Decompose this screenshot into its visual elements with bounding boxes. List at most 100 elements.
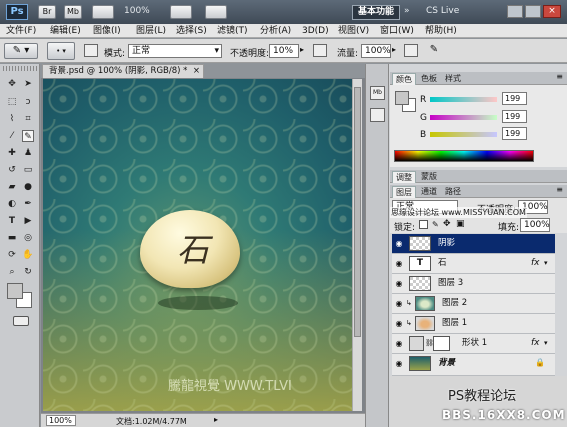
screen-mode-button[interactable] bbox=[205, 5, 227, 19]
type-tool-icon[interactable]: T bbox=[6, 215, 18, 227]
workspace-button[interactable]: 基本功能 bbox=[352, 5, 400, 20]
layer-fx-icon[interactable]: fx bbox=[531, 258, 540, 268]
foreground-color-swatch[interactable] bbox=[7, 283, 23, 299]
vertical-scrollbar[interactable] bbox=[352, 79, 362, 411]
layer-row[interactable]: ◉ ⛓ 形状 1 fx ▾ bbox=[392, 334, 555, 354]
mini-bridge-panel-icon[interactable]: Mb bbox=[370, 86, 385, 100]
visibility-eye-icon[interactable]: ◉ bbox=[394, 319, 404, 328]
visibility-eye-icon[interactable]: ◉ bbox=[394, 299, 404, 308]
pressure-size-icon[interactable]: ✎ bbox=[427, 44, 441, 57]
layer-row[interactable]: ◉ 阴影 bbox=[392, 234, 555, 254]
pressure-opacity-icon[interactable] bbox=[313, 44, 327, 57]
menu-file[interactable]: 文件(F) bbox=[6, 24, 36, 38]
layer-row[interactable]: ◉ 图层 3 bbox=[392, 274, 555, 294]
tab-adjustments[interactable]: 调整 bbox=[392, 171, 416, 183]
stamp-tool-icon[interactable]: ♟ bbox=[22, 147, 34, 159]
move-tool-alt-icon[interactable]: ➤ bbox=[22, 78, 34, 90]
zoom-tool-icon[interactable]: ⌕ bbox=[6, 266, 18, 278]
close-document-icon[interactable]: × bbox=[193, 65, 200, 78]
layers-panel-menu-icon[interactable]: ≡ bbox=[556, 185, 563, 194]
tab-channels[interactable]: 通道 bbox=[418, 186, 440, 197]
menu-view[interactable]: 视图(V) bbox=[338, 24, 369, 38]
menu-select[interactable]: 选择(S) bbox=[176, 24, 207, 38]
brush-tool-icon[interactable]: ✎ bbox=[22, 130, 34, 142]
visibility-eye-icon[interactable]: ◉ bbox=[394, 279, 404, 288]
tab-styles[interactable]: 样式 bbox=[442, 73, 464, 84]
b-slider[interactable] bbox=[430, 132, 497, 137]
visibility-eye-icon[interactable]: ◉ bbox=[394, 259, 404, 268]
layer-name[interactable]: 阴影 bbox=[438, 238, 455, 249]
menu-analysis[interactable]: 分析(A) bbox=[260, 24, 291, 38]
history-panel-icon[interactable] bbox=[370, 108, 385, 122]
airbrush-icon[interactable] bbox=[404, 44, 418, 57]
bridge-button[interactable]: Br bbox=[38, 5, 56, 19]
path-select-tool-icon[interactable]: ▶ bbox=[22, 215, 34, 227]
fill-input[interactable]: 100% bbox=[520, 218, 550, 232]
color-panel-menu-icon[interactable]: ≡ bbox=[556, 72, 563, 81]
menu-3d[interactable]: 3D(D) bbox=[302, 24, 329, 38]
tab-swatches[interactable]: 色板 bbox=[418, 73, 440, 84]
layer-row[interactable]: ◉ T 石 fx ▾ bbox=[392, 254, 555, 274]
tab-color[interactable]: 颜色 bbox=[392, 73, 416, 85]
status-zoom-input[interactable]: 100% bbox=[46, 415, 76, 426]
history-brush-tool-icon[interactable]: ↺ bbox=[6, 164, 18, 176]
dodge-tool-icon[interactable]: ◐ bbox=[6, 198, 18, 210]
layer-row[interactable]: ◉ ↳ 图层 1 bbox=[392, 314, 555, 334]
brush-preset-picker[interactable]: ✎ ▾ bbox=[4, 43, 38, 59]
g-input[interactable]: 199 bbox=[502, 110, 527, 123]
menu-layer[interactable]: 图层(L) bbox=[136, 24, 166, 38]
opacity-dropdown-icon[interactable]: ▸ bbox=[300, 45, 304, 54]
visibility-eye-icon[interactable]: ◉ bbox=[394, 359, 404, 368]
minimize-button[interactable] bbox=[507, 5, 523, 18]
brush-panel-icon[interactable] bbox=[84, 44, 98, 57]
flow-dropdown-icon[interactable]: ▸ bbox=[392, 45, 396, 54]
canvas[interactable]: 石 騰龍視覺 WWW.TLVI bbox=[43, 79, 361, 411]
lock-pixels-icon[interactable]: ✎ bbox=[432, 220, 439, 229]
r-input[interactable]: 199 bbox=[502, 92, 527, 105]
3d-rotate-tool-icon[interactable]: ◎ bbox=[22, 232, 34, 244]
restore-button[interactable] bbox=[525, 5, 541, 18]
b-input[interactable]: 199 bbox=[502, 127, 527, 140]
color-fg-swatch[interactable] bbox=[395, 91, 409, 105]
visibility-eye-icon[interactable]: ◉ bbox=[394, 339, 404, 348]
cs-live-button[interactable]: CS Live bbox=[426, 6, 459, 16]
lock-all-icon[interactable]: ▣ bbox=[456, 219, 465, 229]
lock-position-icon[interactable]: ✥ bbox=[443, 219, 451, 229]
quick-select-tool-icon[interactable]: ⌇ bbox=[6, 113, 18, 125]
g-slider[interactable] bbox=[430, 115, 497, 120]
flow-input[interactable]: 100% bbox=[361, 44, 391, 58]
gradient-tool-icon[interactable]: ▰ bbox=[6, 181, 18, 193]
menu-filter[interactable]: 滤镜(T) bbox=[217, 24, 248, 38]
layer-row[interactable]: ◉ ↳ 图层 2 bbox=[392, 294, 555, 314]
visibility-eye-icon[interactable]: ◉ bbox=[394, 239, 404, 248]
layer-name[interactable]: 图层 3 bbox=[438, 278, 463, 289]
brush-size-picker[interactable]: • ▾ bbox=[47, 42, 75, 60]
close-window-button[interactable]: × bbox=[543, 5, 561, 18]
marquee-tool-icon[interactable]: ⬚ bbox=[6, 96, 18, 108]
menu-window[interactable]: 窗口(W) bbox=[380, 24, 414, 38]
layer-fx-icon[interactable]: fx bbox=[531, 338, 540, 348]
r-slider[interactable] bbox=[430, 97, 497, 102]
workspace-expand-icon[interactable]: » bbox=[404, 6, 410, 16]
mini-bridge-button[interactable]: Mb bbox=[64, 5, 82, 19]
rotate-view-tool-icon[interactable]: ↻ bbox=[22, 266, 34, 278]
move-tool-icon[interactable]: ✥ bbox=[6, 78, 18, 90]
opacity-input[interactable]: 10% bbox=[269, 44, 299, 58]
menu-image[interactable]: 图像(I) bbox=[93, 24, 121, 38]
blur-tool-icon[interactable]: ● bbox=[22, 181, 34, 193]
status-menu-icon[interactable]: ▸ bbox=[214, 415, 218, 424]
crop-tool-icon[interactable]: ⌗ bbox=[22, 113, 34, 125]
layer-name[interactable]: 背景 bbox=[438, 358, 455, 369]
tools-panel-grip[interactable] bbox=[3, 66, 37, 71]
color-spectrum-bar[interactable] bbox=[394, 150, 534, 162]
document-tab[interactable]: 背景.psd @ 100% (阴影, RGB/8) * × bbox=[42, 64, 204, 78]
menu-help[interactable]: 帮助(H) bbox=[425, 24, 457, 38]
eyedropper-tool-icon[interactable]: ⁄ bbox=[6, 130, 18, 142]
shape-tool-icon[interactable]: ▬ bbox=[6, 232, 18, 244]
arrange-docs-button[interactable] bbox=[170, 5, 192, 19]
tab-masks[interactable]: 蒙版 bbox=[418, 171, 440, 182]
view-extras-button[interactable] bbox=[92, 5, 114, 19]
quick-mask-icon[interactable] bbox=[13, 316, 29, 326]
pen-tool-icon[interactable]: ✒ bbox=[22, 198, 34, 210]
3d-orbit-tool-icon[interactable]: ⟳ bbox=[6, 249, 18, 261]
